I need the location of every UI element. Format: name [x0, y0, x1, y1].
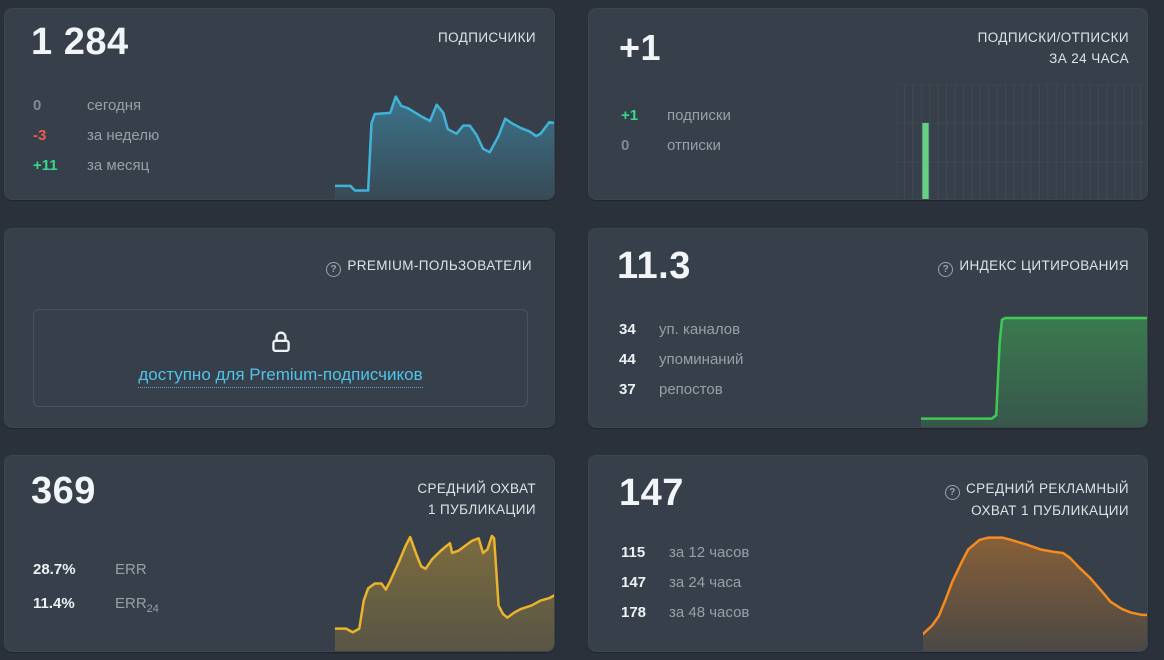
stat-value: -3 — [33, 125, 87, 146]
avg-ad-reach-sparkline-chart — [923, 534, 1148, 652]
subs-unsubs-stats: +1 подписки 0 отписки — [621, 105, 731, 165]
subscribers-stats: 0 сегодня -3 за неделю +11 за месяц — [33, 95, 159, 185]
card-title-text: PREMIUM-ПОЛЬЗОВАТЕЛИ — [347, 258, 532, 273]
stat-row-subs: +1 подписки — [621, 105, 731, 126]
stat-row-week: -3 за неделю — [33, 125, 159, 146]
subs-unsubs-card-title: ПОДПИСКИ/ОТПИСКИ ЗА 24 ЧАСА — [978, 27, 1129, 69]
avg-ad-reach-stats: 115 за 12 часов 147 за 24 часа 178 за 48… — [621, 542, 749, 632]
card-title-line1: СРЕДНИЙ РЕКЛАМНЫЙ — [966, 481, 1129, 496]
subs-unsubs-card: +1 ПОДПИСКИ/ОТПИСКИ ЗА 24 ЧАСА +1 подпис… — [588, 8, 1148, 200]
analytics-dashboard: { "icons": { "help_glyph": "?" }, "theme… — [0, 0, 1164, 660]
subscribers-card-title: ПОДПИСЧИКИ — [438, 27, 536, 48]
stat-row-12h: 115 за 12 часов — [621, 542, 749, 563]
stat-value: 11.4% — [33, 593, 115, 620]
subs-unsubs-net: +1 — [619, 27, 661, 69]
card-title-text: ПОДПИСЧИКИ — [438, 27, 536, 48]
stat-label: за месяц — [87, 155, 149, 176]
stat-value: +1 — [621, 105, 667, 126]
stat-label: за 12 часов — [669, 542, 749, 563]
help-icon[interactable]: ? — [938, 262, 953, 277]
stat-row-month: +11 за месяц — [33, 155, 159, 176]
stat-label: отписки — [667, 135, 721, 156]
card-title-line1: СРЕДНИЙ ОХВАТ — [417, 478, 536, 499]
stat-row-err: 28.7% ERR — [33, 559, 159, 580]
stat-label: за неделю — [87, 125, 159, 146]
stat-label: за 24 часа — [669, 572, 741, 593]
stat-label: подписки — [667, 105, 731, 126]
stat-value: 178 — [621, 602, 669, 623]
stat-value: +11 — [33, 155, 87, 176]
citation-stats: 34 уп. каналов 44 упоминаний 37 репостов — [619, 319, 743, 409]
citation-index-value: 11.3 — [617, 245, 691, 288]
stat-value: 37 — [619, 379, 659, 400]
stat-row-today: 0 сегодня — [33, 95, 159, 116]
citation-step-chart — [921, 314, 1148, 428]
card-title-line2: ЗА 24 ЧАСА — [978, 48, 1129, 69]
stat-label: сегодня — [87, 95, 141, 116]
stat-row-24h: 147 за 24 часа — [621, 572, 749, 593]
premium-card-title: ? PREMIUM-ПОЛЬЗОВАТЕЛИ — [326, 255, 532, 277]
premium-users-card: ? PREMIUM-ПОЛЬЗОВАТЕЛИ доступно для Premi… — [4, 228, 555, 428]
subscribers-total: 1 284 — [31, 21, 129, 64]
stat-row-unsubs: 0 отписки — [621, 135, 731, 156]
citation-index-card: 11.3 ? ИНДЕКС ЦИТИРОВАНИЯ 34 уп. каналов … — [588, 228, 1148, 428]
lock-icon — [267, 328, 295, 356]
citation-card-title: ? ИНДЕКС ЦИТИРОВАНИЯ — [938, 255, 1129, 277]
avg-ad-reach-value: 147 — [619, 472, 684, 515]
stat-label: уп. каналов — [659, 319, 740, 340]
avg-ad-reach-card-title: ? СРЕДНИЙ РЕКЛАМНЫЙ ОХВАТ 1 ПУБЛИКАЦИИ — [945, 478, 1129, 521]
stat-row-channels: 34 уп. каналов — [619, 319, 743, 340]
avg-ad-reach-card: 147 ? СРЕДНИЙ РЕКЛАМНЫЙ ОХВАТ 1 ПУБЛИКАЦИ… — [588, 455, 1148, 652]
stat-label: репостов — [659, 379, 723, 400]
stat-value: 44 — [619, 349, 659, 370]
stat-value: 28.7% — [33, 559, 115, 580]
stat-value: 0 — [621, 135, 667, 156]
stat-value: 34 — [619, 319, 659, 340]
stat-row-48h: 178 за 48 часов — [621, 602, 749, 623]
avg-reach-stats: 28.7% ERR 11.4% ERR24 — [33, 559, 159, 633]
stat-value: 147 — [621, 572, 669, 593]
stat-value: 115 — [621, 542, 669, 563]
premium-locked-box: доступно для Premium-подписчиков — [33, 309, 528, 407]
stat-label: упоминаний — [659, 349, 743, 370]
avg-reach-sparkline-chart — [335, 531, 555, 652]
avg-reach-card: 369 СРЕДНИЙ ОХВАТ 1 ПУБЛИКАЦИИ 28.7% ERR… — [4, 455, 555, 652]
stat-value: 0 — [33, 95, 87, 116]
card-title-line1: ПОДПИСКИ/ОТПИСКИ — [978, 27, 1129, 48]
card-title-line2: 1 ПУБЛИКАЦИИ — [417, 499, 536, 520]
subscribers-card: 1 284 ПОДПИСЧИКИ 0 сегодня -3 за неделю … — [4, 8, 555, 200]
stat-row-err24: 11.4% ERR24 — [33, 593, 159, 620]
stat-label: за 48 часов — [669, 602, 749, 623]
avg-reach-card-title: СРЕДНИЙ ОХВАТ 1 ПУБЛИКАЦИИ — [417, 478, 536, 520]
stat-label: ERR24 — [115, 593, 159, 620]
subs-unsubs-bar-chart — [896, 84, 1148, 200]
card-title-line2: ОХВАТ 1 ПУБЛИКАЦИИ — [945, 500, 1129, 521]
help-icon[interactable]: ? — [945, 485, 960, 500]
card-title-text: ИНДЕКС ЦИТИРОВАНИЯ — [959, 258, 1129, 273]
premium-subscription-link[interactable]: доступно для Premium-подписчиков — [138, 365, 422, 388]
stat-row-reposts: 37 репостов — [619, 379, 743, 400]
subscribers-sparkline-chart — [335, 85, 555, 200]
stat-label: ERR — [115, 559, 147, 580]
help-icon[interactable]: ? — [326, 262, 341, 277]
stat-row-mentions: 44 упоминаний — [619, 349, 743, 370]
avg-reach-value: 369 — [31, 470, 96, 513]
